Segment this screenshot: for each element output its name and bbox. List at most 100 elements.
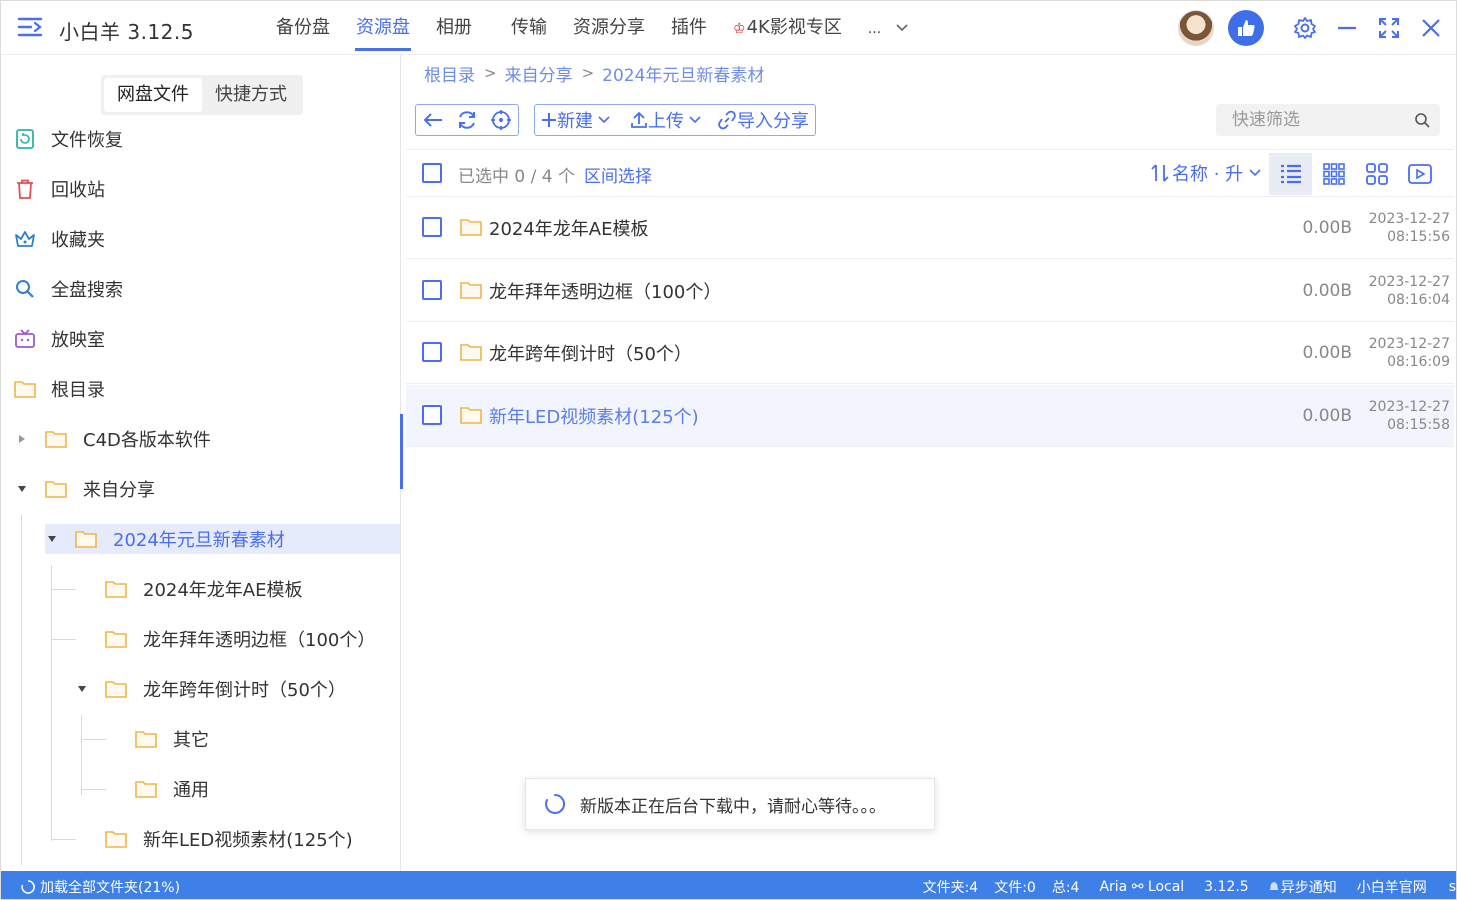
refresh-icon xyxy=(459,111,475,129)
sidebar-item-label: 全盘搜索 xyxy=(51,280,123,301)
file-row[interactable]: 新年LED视频素材(125个) 0.00B 2023-12-27 08:15:58 xyxy=(406,385,1454,447)
settings-button[interactable] xyxy=(1284,7,1326,49)
file-date-day: 2023-12-27 xyxy=(1368,399,1450,415)
large-grid-view-button[interactable] xyxy=(1355,153,1398,195)
sidebar-item-label: 根目录 xyxy=(51,380,105,401)
tree-item-c4d[interactable]: C4D各版本软件 xyxy=(15,424,211,454)
tree-item-other[interactable]: 其它 xyxy=(135,724,209,754)
chevron-down-icon xyxy=(1249,169,1261,177)
video-view-button[interactable] xyxy=(1398,153,1441,195)
file-date-time: 08:16:04 xyxy=(1387,292,1450,308)
sidebar-item-root[interactable]: 根目录 xyxy=(13,367,105,411)
grid-view-button[interactable] xyxy=(1312,153,1355,195)
menu-icon[interactable] xyxy=(17,15,45,39)
tree-item-ae-template[interactable]: 2024年龙年AE模板 xyxy=(105,574,303,604)
tree-item-general[interactable]: 通用 xyxy=(135,774,209,804)
main-panel: 根目录 > 来自分享 > 2024年元旦新春素材 新建 上传 导入分享 快速筛选… xyxy=(401,55,1456,871)
range-select-link[interactable]: 区间选择 xyxy=(584,162,652,187)
caret-down-icon[interactable] xyxy=(15,482,29,496)
tree-item-border[interactable]: 龙年拜年透明边框（100个） xyxy=(105,624,375,654)
status-async-notify[interactable]: 异步通知 xyxy=(1269,877,1337,897)
tree-item-from-share[interactable]: 来自分享 xyxy=(15,474,155,504)
maximize-button[interactable] xyxy=(1368,7,1410,49)
file-size: 0.00B xyxy=(1302,406,1352,426)
quick-filter-input[interactable] xyxy=(1216,104,1440,136)
file-row[interactable]: 2024年龙年AE模板 0.00B 2023-12-27 08:15:56 xyxy=(406,197,1454,259)
status-version[interactable]: 3.12.5 xyxy=(1204,879,1249,895)
avatar[interactable] xyxy=(1178,10,1214,46)
hot-icon: ♔ xyxy=(733,21,746,37)
breadcrumb-root[interactable]: 根目录 xyxy=(424,61,475,86)
row-checkbox[interactable] xyxy=(422,342,442,362)
sort-dropdown[interactable]: 名称 · 升 xyxy=(1151,160,1261,186)
file-name: 新年LED视频素材(125个) xyxy=(489,407,699,428)
caret-right-icon[interactable] xyxy=(15,432,29,446)
close-button[interactable] xyxy=(1410,7,1452,49)
search-icon[interactable] xyxy=(1414,112,1430,128)
folder-icon xyxy=(460,219,482,236)
sidebar-item-label: 文件恢复 xyxy=(51,130,123,151)
minimize-button[interactable] xyxy=(1326,7,1368,49)
sidebar-item-search[interactable]: 全盘搜索 xyxy=(13,267,123,311)
action-button-group: 新建 上传 导入分享 xyxy=(534,104,816,136)
nav-more[interactable]: ... xyxy=(855,1,922,55)
caret-down-icon[interactable] xyxy=(75,682,89,696)
nav-4k[interactable]: ♔4K影视专区 xyxy=(720,1,855,55)
row-checkbox[interactable] xyxy=(422,280,442,300)
status-tail: s xyxy=(1448,879,1456,895)
minimize-icon xyxy=(1338,26,1356,30)
upload-button[interactable]: 上传 xyxy=(624,105,707,135)
sidebar: 网盘文件 快捷方式 文件恢复 回收站 收藏夹 全盘搜索 放映室 根目录 C4D各… xyxy=(1,55,401,871)
nav-plugins[interactable]: 插件 xyxy=(658,1,720,55)
new-button[interactable]: 新建 xyxy=(535,105,616,135)
list-view-button[interactable] xyxy=(1269,153,1312,195)
nav-resource[interactable]: 资源盘 xyxy=(343,1,423,55)
nav-album[interactable]: 相册 xyxy=(423,1,498,55)
tree-item-newyear-assets[interactable]: 2024年元旦新春素材 xyxy=(45,524,400,554)
back-button[interactable] xyxy=(416,105,450,135)
row-checkbox[interactable] xyxy=(422,217,442,237)
file-date-time: 08:15:58 xyxy=(1387,417,1450,433)
folder-icon xyxy=(460,407,482,424)
sidebar-item-trash[interactable]: 回收站 xyxy=(13,167,105,211)
caret-down-icon[interactable] xyxy=(45,532,59,546)
top-nav: 备份盘 资源盘 相册 传输 资源分享 插件 ♔4K影视专区 ... xyxy=(263,1,922,55)
status-website-link[interactable]: 小白羊官网 xyxy=(1357,877,1427,897)
tab-cloud-files[interactable]: 网盘文件 xyxy=(104,78,202,112)
sidebar-item-favorites[interactable]: 收藏夹 xyxy=(13,217,105,261)
sidebar-item-label: 收藏夹 xyxy=(51,230,105,251)
tree-guide xyxy=(51,839,76,840)
plus-icon xyxy=(542,113,556,127)
locate-button[interactable] xyxy=(484,105,518,135)
folder-icon xyxy=(135,781,157,798)
chevron-down-icon xyxy=(689,116,701,124)
status-aria[interactable]: Aria ⚯ Local xyxy=(1099,879,1184,895)
tree-item-led[interactable]: 新年LED视频素材(125个) xyxy=(105,824,353,854)
view-switcher xyxy=(1269,153,1441,195)
tree-item-label: 新年LED视频素材(125个) xyxy=(143,830,353,851)
tab-shortcuts[interactable]: 快捷方式 xyxy=(202,78,300,112)
refresh-button[interactable] xyxy=(450,105,484,135)
select-all-checkbox[interactable] xyxy=(422,163,442,183)
tree-item-label: C4D各版本软件 xyxy=(83,430,211,451)
breadcrumb-current[interactable]: 2024年元旦新春素材 xyxy=(602,61,764,86)
sidebar-item-theater[interactable]: 放映室 xyxy=(13,317,105,361)
row-checkbox[interactable] xyxy=(422,405,442,425)
folder-icon xyxy=(105,631,127,648)
bell-icon xyxy=(1269,882,1279,890)
thumbs-up-icon[interactable] xyxy=(1228,10,1264,46)
sidebar-tabs: 网盘文件 快捷方式 xyxy=(101,75,303,115)
import-share-button[interactable]: 导入分享 xyxy=(711,105,815,135)
nav-backup[interactable]: 备份盘 xyxy=(263,1,343,55)
nav-share[interactable]: 资源分享 xyxy=(560,1,658,55)
sidebar-item-recover[interactable]: 文件恢复 xyxy=(13,117,123,161)
target-icon xyxy=(491,110,511,130)
nav-transfer[interactable]: 传输 xyxy=(498,1,560,55)
folder-icon xyxy=(460,282,482,299)
file-row[interactable]: 龙年拜年透明边框（100个） 0.00B 2023-12-27 08:16:04 xyxy=(406,260,1454,322)
tree-item-countdown[interactable]: 龙年跨年倒计时（50个） xyxy=(75,674,346,704)
folder-icon xyxy=(45,431,67,448)
file-row[interactable]: 龙年跨年倒计时（50个） 0.00B 2023-12-27 08:16:09 xyxy=(406,322,1454,384)
breadcrumb-from-share[interactable]: 来自分享 xyxy=(505,61,573,86)
file-name: 龙年拜年透明边框（100个） xyxy=(489,282,722,303)
